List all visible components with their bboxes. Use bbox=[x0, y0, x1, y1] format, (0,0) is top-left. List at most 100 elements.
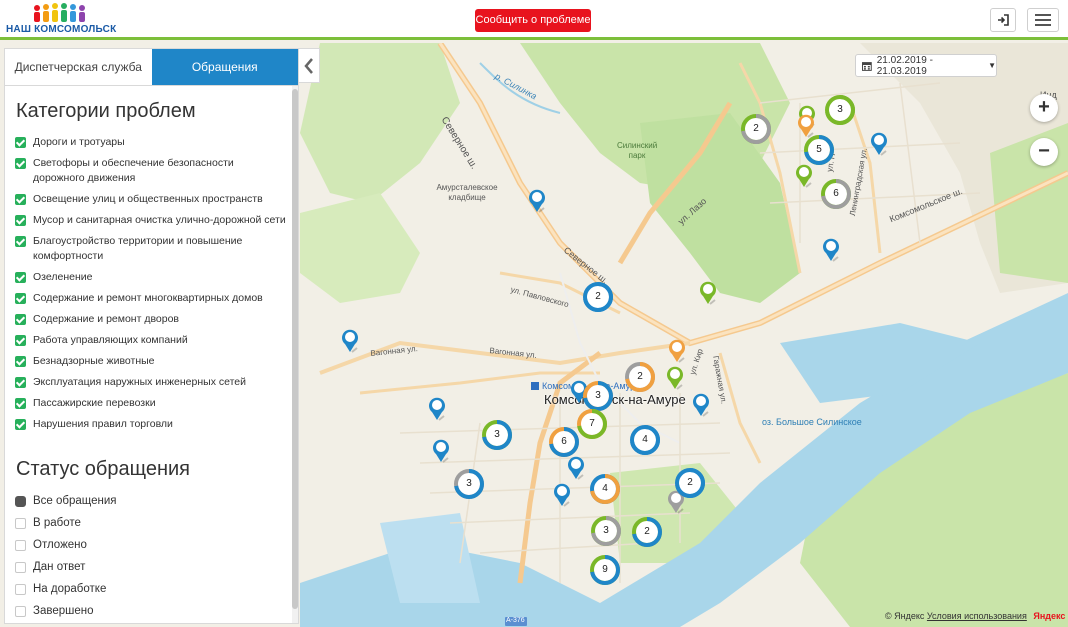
map-pin-icon[interactable] bbox=[431, 438, 451, 464]
map-pin-icon[interactable] bbox=[821, 237, 841, 263]
category-checkbox[interactable] bbox=[15, 137, 26, 148]
status-checkbox[interactable] bbox=[15, 517, 26, 529]
map-cluster[interactable]: 2 bbox=[674, 467, 706, 499]
category-label: Работа управляющих компаний bbox=[33, 334, 188, 346]
status-item[interactable]: Дан ответ bbox=[15, 559, 298, 575]
sidebar-scroll-thumb[interactable] bbox=[292, 89, 298, 609]
copyright-text: © Яндекс bbox=[885, 611, 925, 621]
zoom-out-button[interactable]: − bbox=[1030, 138, 1058, 166]
category-checkbox[interactable] bbox=[15, 158, 26, 169]
category-item[interactable]: Безнадзорные животные bbox=[15, 354, 286, 369]
map-pin-icon[interactable] bbox=[552, 482, 572, 508]
map-cluster[interactable]: 9 bbox=[589, 554, 621, 586]
category-label: Содержание и ремонт многоквартирных домо… bbox=[33, 292, 263, 304]
cluster-count: 3 bbox=[603, 525, 609, 536]
caret-down-icon: ▼ bbox=[988, 61, 996, 70]
status-checkbox[interactable] bbox=[15, 583, 26, 595]
category-item[interactable]: Содержание и ремонт дворов bbox=[15, 312, 286, 327]
category-item[interactable]: Светофоры и обеспечение безопасности дор… bbox=[15, 156, 286, 186]
map-pin-icon[interactable] bbox=[698, 280, 718, 306]
map-cluster[interactable]: 3 bbox=[824, 94, 856, 126]
category-checkbox[interactable] bbox=[15, 419, 26, 430]
report-problem-button[interactable]: Сообщить о проблеме bbox=[475, 9, 591, 32]
cluster-count: 4 bbox=[602, 483, 608, 494]
menu-button[interactable] bbox=[1027, 8, 1059, 32]
category-checkbox[interactable] bbox=[15, 335, 26, 346]
collapse-sidebar-button[interactable] bbox=[299, 48, 320, 83]
map-label-lake: оз. Большое Силинское bbox=[762, 417, 862, 427]
tab-dispatch[interactable]: Диспетчерская служба bbox=[5, 49, 152, 85]
map-cluster[interactable]: 3 bbox=[453, 468, 485, 500]
tab-appeals[interactable]: Обращения bbox=[151, 49, 298, 85]
category-item[interactable]: Мусор и санитарная очистка улично-дорожн… bbox=[15, 213, 286, 228]
category-checkbox[interactable] bbox=[15, 377, 26, 388]
logo[interactable]: НАШ КОМСОМОЛЬСК bbox=[6, 3, 116, 36]
category-checkbox[interactable] bbox=[15, 293, 26, 304]
map-pin-icon[interactable] bbox=[665, 365, 685, 391]
date-range-picker[interactable]: 21.02.2019 - 21.03.2019 ▼ bbox=[855, 54, 997, 77]
login-button[interactable] bbox=[990, 8, 1016, 32]
status-item[interactable]: Завершено bbox=[15, 603, 298, 619]
calendar-icon bbox=[862, 61, 872, 71]
map-label-road-a376: A-376 bbox=[506, 617, 525, 624]
map-pin-icon[interactable] bbox=[566, 455, 586, 481]
map-pin-icon[interactable] bbox=[527, 188, 547, 214]
cluster-count: 6 bbox=[561, 436, 567, 447]
map-cluster[interactable]: 4 bbox=[589, 473, 621, 505]
map-cluster[interactable]: 4 bbox=[629, 424, 661, 456]
category-checkbox[interactable] bbox=[15, 272, 26, 283]
map-cluster[interactable]: 7 bbox=[576, 408, 608, 440]
category-item[interactable]: Освещение улиц и общественных пространст… bbox=[15, 192, 286, 207]
status-label: На доработке bbox=[33, 583, 107, 595]
map-cluster[interactable]: 5 bbox=[803, 134, 835, 166]
category-label: Светофоры и обеспечение безопасности дор… bbox=[33, 157, 234, 184]
map-cluster[interactable]: 6 bbox=[548, 426, 580, 458]
category-checkbox[interactable] bbox=[15, 194, 26, 205]
map-pin-icon[interactable] bbox=[340, 328, 360, 354]
category-checkbox[interactable] bbox=[15, 314, 26, 325]
category-checkbox[interactable] bbox=[15, 356, 26, 367]
cluster-count: 5 bbox=[816, 144, 822, 155]
hamburger-menu-icon bbox=[1035, 14, 1051, 26]
map-cluster[interactable]: 2 bbox=[740, 113, 772, 145]
category-item[interactable]: Содержание и ремонт многоквартирных домо… bbox=[15, 291, 286, 306]
zoom-in-button[interactable]: + bbox=[1030, 94, 1058, 122]
map-pin-icon[interactable] bbox=[667, 338, 687, 364]
category-checkbox[interactable] bbox=[15, 398, 26, 409]
status-checkbox[interactable] bbox=[15, 605, 26, 617]
category-label: Эксплуатация наружных инженерных сетей bbox=[33, 376, 246, 388]
category-label: Озеленение bbox=[33, 271, 93, 283]
status-item[interactable]: На доработке bbox=[15, 581, 298, 597]
cluster-count: 4 bbox=[642, 434, 648, 445]
map-cluster[interactable]: 6 bbox=[820, 178, 852, 210]
status-checkbox[interactable] bbox=[15, 561, 26, 573]
terms-link[interactable]: Условия использования bbox=[927, 611, 1027, 621]
category-item[interactable]: Дороги и тротуары bbox=[15, 135, 286, 150]
category-item[interactable]: Эксплуатация наружных инженерных сетей bbox=[15, 375, 286, 390]
cluster-count: 3 bbox=[466, 478, 472, 489]
map-cluster[interactable]: 2 bbox=[582, 281, 614, 313]
map-cluster[interactable]: 3 bbox=[481, 419, 513, 451]
status-checkbox[interactable] bbox=[15, 539, 26, 551]
map-cluster[interactable]: 2 bbox=[631, 516, 663, 548]
cluster-count: 2 bbox=[644, 526, 650, 537]
category-item[interactable]: Озеленение bbox=[15, 270, 286, 285]
category-item[interactable]: Нарушения правил торговли bbox=[15, 417, 286, 432]
map-cluster[interactable]: 3 bbox=[590, 515, 622, 547]
map-pin-icon[interactable] bbox=[794, 163, 814, 189]
status-item[interactable]: Отложено bbox=[15, 537, 298, 553]
category-item[interactable]: Благоустройство территории и повышение к… bbox=[15, 234, 286, 264]
cluster-count: 7 bbox=[589, 418, 595, 429]
map-pin-icon[interactable] bbox=[427, 396, 447, 422]
category-item[interactable]: Пассажирские перевозки bbox=[15, 396, 286, 411]
cluster-count: 3 bbox=[494, 429, 500, 440]
status-checkbox[interactable] bbox=[15, 495, 26, 507]
map-cluster[interactable]: 2 bbox=[624, 361, 656, 393]
category-checkbox[interactable] bbox=[15, 215, 26, 226]
status-item[interactable]: Все обращения bbox=[15, 493, 298, 509]
category-checkbox[interactable] bbox=[15, 236, 26, 247]
map-pin-icon[interactable] bbox=[869, 131, 889, 157]
map-pin-icon[interactable] bbox=[691, 392, 711, 418]
category-item[interactable]: Работа управляющих компаний bbox=[15, 333, 286, 348]
status-item[interactable]: В работе bbox=[15, 515, 298, 531]
